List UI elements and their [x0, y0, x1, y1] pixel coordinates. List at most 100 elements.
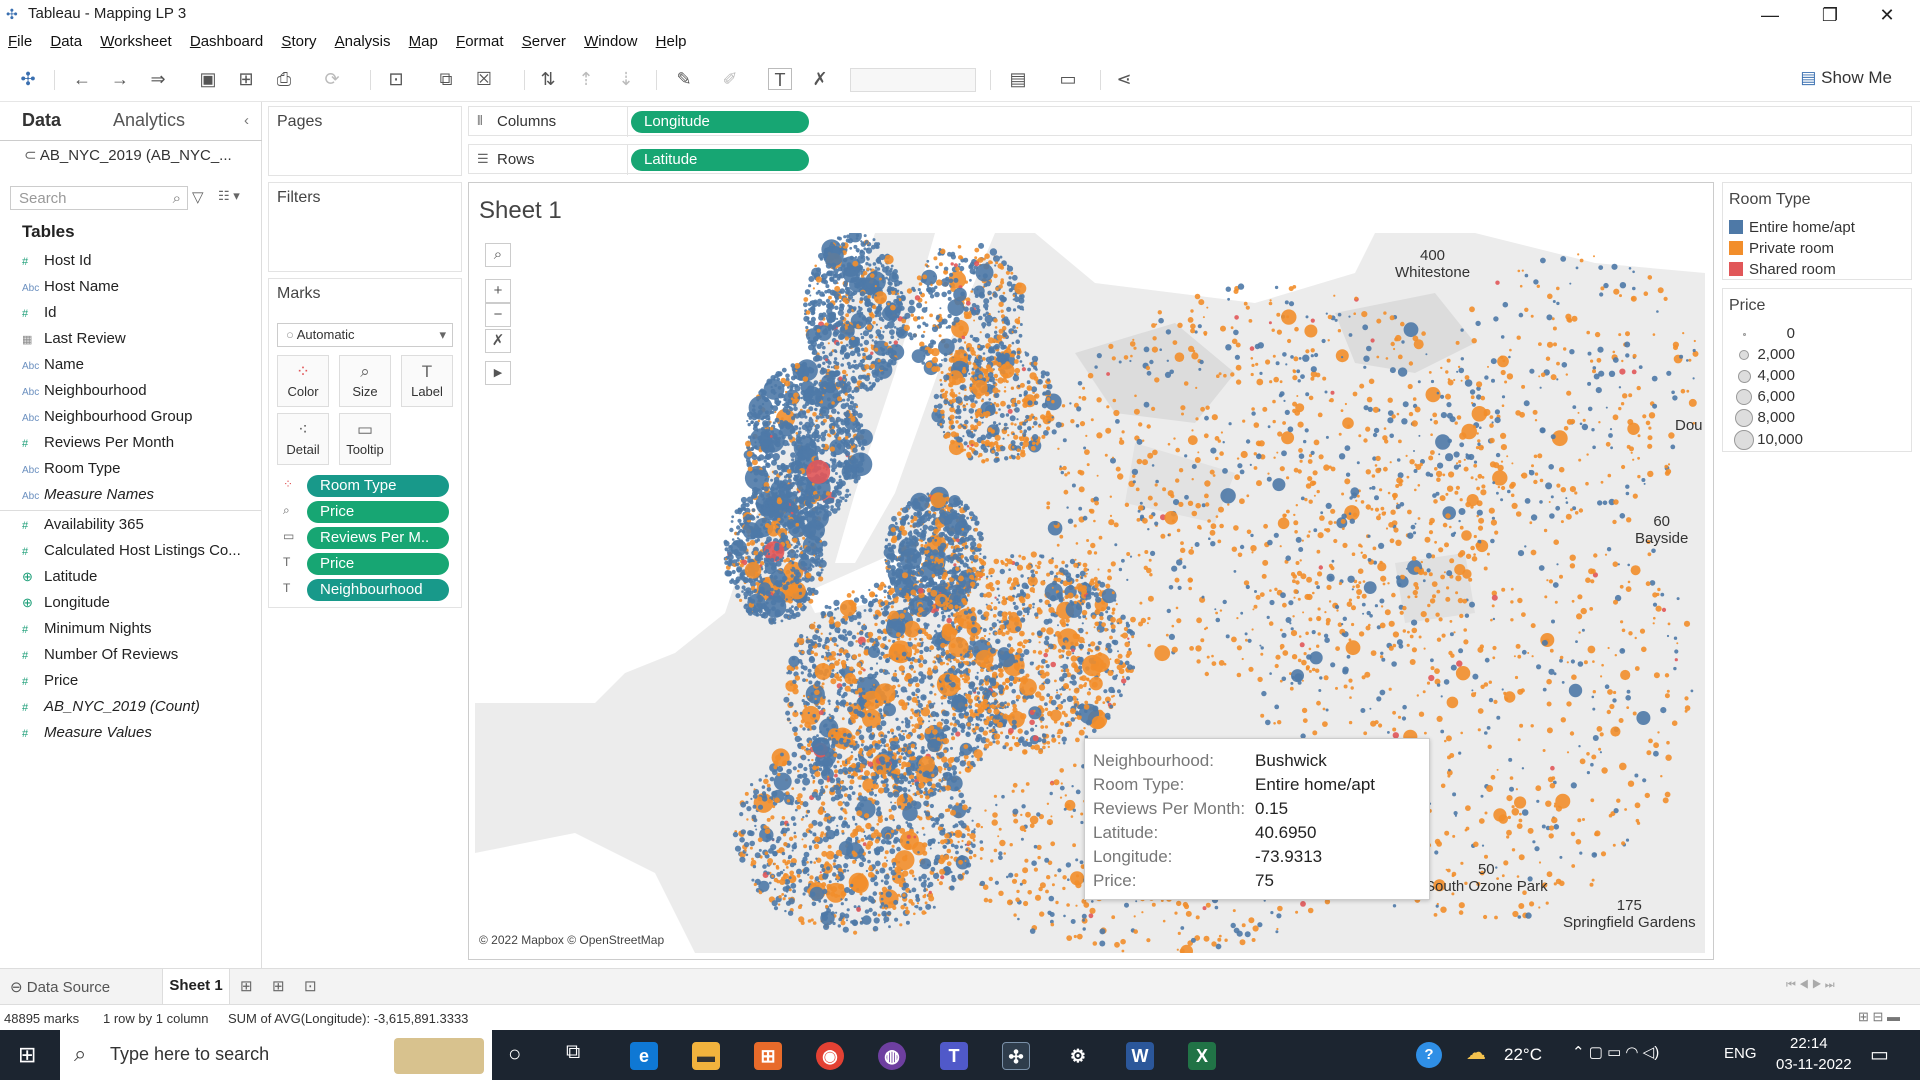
restore-button[interactable]: ❐ [1805, 0, 1855, 30]
field-item[interactable]: Abc Name [22, 356, 84, 378]
show-mark-labels-icon[interactable]: T [768, 68, 792, 90]
map-point [914, 295, 921, 301]
map-point [772, 562, 778, 568]
menu-dashboard[interactable]: Dashboard [190, 30, 263, 54]
menu-map[interactable]: Map [409, 30, 438, 54]
field-item[interactable]: # Availability 365 [22, 516, 144, 538]
field-item[interactable]: # Price [22, 672, 78, 694]
menu-help[interactable]: Help [656, 30, 687, 54]
price-label-pill[interactable]: Price [307, 553, 449, 575]
field-item[interactable]: Abc Neighbourhood [22, 382, 147, 404]
mark-type-dropdown[interactable]: ○ Automatic ▾ [277, 323, 453, 347]
datasource-name[interactable]: ⊂ AB_NYC_2019 (AB_NYC_... [24, 146, 232, 164]
map-point [940, 383, 943, 386]
field-item[interactable]: # Minimum Nights [22, 620, 152, 642]
fit-dropdown[interactable] [850, 68, 976, 92]
map-point [853, 597, 860, 603]
field-item[interactable]: ▦ Last Review [22, 330, 126, 352]
show-me-button[interactable]: ▤ Show Me [1800, 68, 1892, 88]
map-point [864, 364, 870, 370]
map-point [835, 361, 840, 366]
group-members-icon[interactable]: ✐ [718, 68, 742, 90]
field-item[interactable]: ⊕ Longitude [22, 594, 110, 616]
field-item[interactable]: Abc Host Name [22, 278, 119, 300]
filter-icon[interactable]: ▽ [192, 188, 204, 206]
sort-descending-icon[interactable]: ⇣ [614, 68, 638, 90]
menu-format[interactable]: Format [456, 30, 504, 54]
sort-ascending-icon[interactable]: ⇡ [574, 68, 598, 90]
map-point [901, 540, 905, 544]
menu-story[interactable]: Story [281, 30, 316, 54]
new-datasource-icon[interactable]: ⊞ [234, 68, 258, 90]
menu-analysis[interactable]: Analysis [335, 30, 391, 54]
map-point [976, 543, 982, 549]
reviews-per-month-pill[interactable]: Reviews Per M.. [307, 527, 449, 549]
duplicate-sheet-icon[interactable]: ⧉ [434, 68, 458, 90]
map-point [858, 321, 863, 326]
pause-updates-icon[interactable]: ⎙ [272, 68, 296, 90]
columns-shelf[interactable]: ⦀ Columns Longitude [468, 106, 1912, 137]
pages-shelf[interactable]: Pages [268, 106, 462, 176]
close-button[interactable]: ✕ [1862, 0, 1912, 30]
room-type-pill[interactable]: Room Type [307, 475, 449, 497]
swap-rows-columns-icon[interactable]: ⇅ [536, 68, 560, 90]
menu-server[interactable]: Server [522, 30, 566, 54]
replay-icon[interactable]: ⇒ [146, 68, 170, 90]
neighbourhood-pill[interactable]: Neighbourhood [307, 579, 449, 601]
highlight-icon[interactable]: ✎ [672, 68, 696, 90]
map-point [916, 324, 922, 329]
color-button[interactable]: ⁘ Color [277, 355, 329, 407]
map-point [847, 458, 851, 462]
search-input[interactable]: Search ⌕ [10, 186, 188, 210]
tooltip-button[interactable]: ▭ Tooltip [339, 413, 391, 465]
rows-shelf[interactable]: ☰ Rows Latitude [468, 144, 1912, 175]
latitude-pill[interactable]: Latitude [631, 149, 809, 171]
map-point [862, 330, 869, 337]
label-button[interactable]: T Label [401, 355, 453, 407]
tableau-start-icon[interactable]: ✣ [16, 68, 40, 90]
show-cards-icon[interactable]: ▤ [1006, 68, 1030, 90]
detail-button[interactable]: ⁖ Detail [277, 413, 329, 465]
redo-icon[interactable]: → [108, 68, 132, 90]
map-point [1002, 377, 1007, 383]
field-item[interactable]: # Measure Values [22, 724, 152, 746]
menu-worksheet[interactable]: Worksheet [100, 30, 171, 54]
refresh-icon[interactable]: ⟳ [320, 68, 344, 90]
field-item[interactable]: # AB_NYC_2019 (Count) [22, 698, 200, 720]
field-item[interactable]: # Reviews Per Month [22, 434, 174, 456]
collapse-pane-icon[interactable]: ‹ [244, 112, 249, 129]
field-item[interactable]: # Id [22, 304, 57, 326]
field-item[interactable]: Abc Room Type [22, 460, 120, 482]
map-point [969, 334, 974, 338]
map-point [919, 649, 924, 655]
map-point [942, 575, 946, 579]
size-button[interactable]: ⌕ Size [339, 355, 391, 407]
map-point [844, 499, 848, 503]
field-item[interactable]: # Number Of Reviews [22, 646, 178, 668]
new-worksheet-icon[interactable]: ⊡ [384, 68, 408, 90]
tab-analytics[interactable]: Analytics [113, 110, 185, 131]
field-item[interactable]: Abc Neighbourhood Group [22, 408, 192, 430]
field-item[interactable]: # Calculated Host Listings Co... [22, 542, 241, 564]
presentation-mode-icon[interactable]: ▭ [1056, 68, 1080, 90]
tab-data[interactable]: Data [22, 110, 61, 131]
clear-sheet-icon[interactable]: ☒ [472, 68, 496, 90]
fix-axes-icon[interactable]: ✗ [808, 68, 832, 90]
save-icon[interactable]: ▣ [196, 68, 220, 90]
menu-window[interactable]: Window [584, 30, 637, 54]
field-item[interactable]: Abc Measure Names [22, 486, 154, 508]
field-item[interactable]: # Host Id [22, 252, 92, 274]
price-size-pill[interactable]: Price [307, 501, 449, 523]
menu-file[interactable]: File [8, 30, 32, 54]
map-point [765, 504, 769, 508]
minimize-button[interactable]: — [1745, 0, 1795, 30]
filters-shelf[interactable]: Filters [268, 182, 462, 272]
share-icon[interactable]: ⋖ [1112, 68, 1136, 90]
undo-icon[interactable]: ← [70, 68, 94, 90]
menu-data[interactable]: Data [50, 30, 82, 54]
map-point [953, 277, 959, 283]
map-point [836, 427, 842, 434]
field-item[interactable]: ⊕ Latitude [22, 568, 97, 590]
view-options-icon[interactable]: ☷ ▾ [218, 188, 240, 204]
longitude-pill[interactable]: Longitude [631, 111, 809, 133]
